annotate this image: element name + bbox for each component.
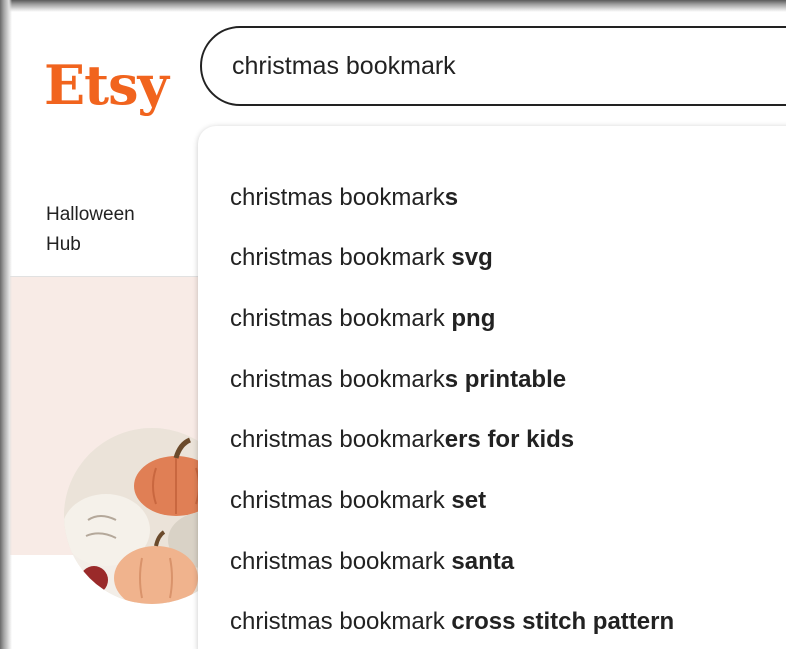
suggestion-prefix: christmas bookmark [230,426,445,453]
suggestion-completion: cross stitch pattern [451,608,675,635]
suggestion-item[interactable]: christmas bookmarks [230,178,458,218]
search-suggestions-dropdown: christmas bookmarks christmas bookmark s… [198,126,786,649]
suggestion-completion: s [444,184,459,211]
suggestion-item[interactable]: christmas bookmark santa [230,542,514,582]
suggestion-item[interactable]: christmas bookmark png [230,299,495,339]
etsy-page: Etsy Halloween Hub christmas bookmark ch… [10,12,786,649]
suggestion-completion: santa [451,548,515,575]
suggestion-item[interactable]: christmas bookmarkers for kids [230,420,574,460]
search-input[interactable] [232,28,786,104]
suggestion-prefix: christmas bookmark [230,244,452,271]
suggestion-prefix: christmas bookmark [230,608,452,635]
nav-item-halloween-hub[interactable]: Halloween Hub [46,200,186,260]
nav-item-label-line1: Halloween [46,204,135,225]
suggestion-completion: ers for kids [444,426,575,453]
screenshot-frame: Etsy Halloween Hub christmas bookmark ch… [0,0,786,649]
search-bar[interactable] [200,26,786,106]
suggestion-item[interactable]: christmas bookmark cross stitch pattern [230,602,674,642]
suggestion-prefix: christmas bookmark [230,366,445,393]
nav-item-label-line2: Hub [46,234,81,255]
suggestion-item[interactable]: christmas bookmarks printable [230,360,566,400]
suggestion-completion: svg [451,244,493,271]
screenshot-shadow-left [0,0,12,649]
suggestion-completion: s printable [444,366,567,393]
suggestion-prefix: christmas bookmark [230,487,452,514]
suggestion-completion: png [451,305,496,332]
suggestion-prefix: christmas bookmark [230,184,445,211]
suggestion-item[interactable]: christmas bookmark svg [230,238,493,278]
suggestion-completion: set [451,487,487,514]
etsy-logo[interactable]: Etsy [44,58,169,112]
suggestion-item[interactable]: christmas bookmark set [230,481,486,521]
suggestion-prefix: christmas bookmark [230,305,452,332]
screenshot-shadow-top [0,0,786,12]
suggestion-prefix: christmas bookmark [230,548,452,575]
